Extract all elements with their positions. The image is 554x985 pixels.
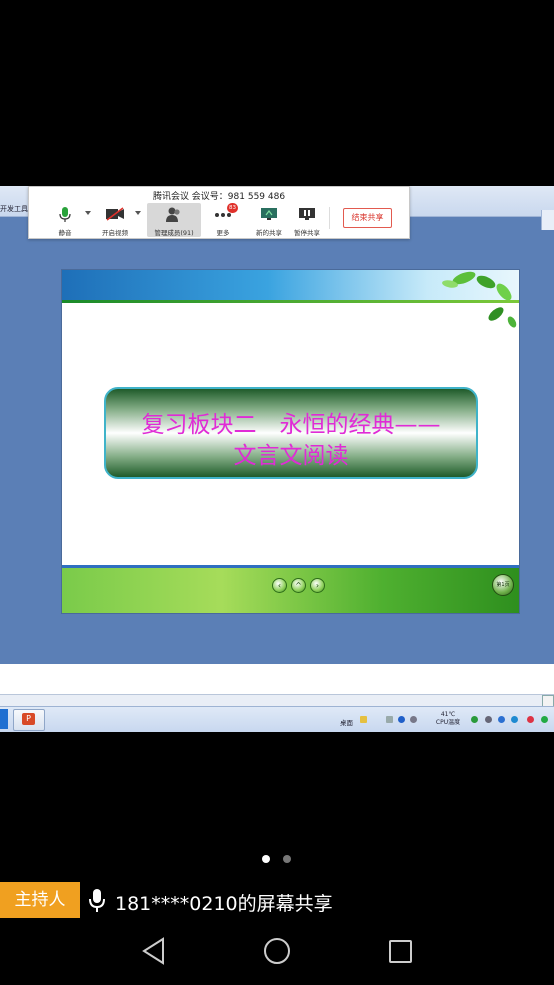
leaf-decoration (442, 271, 517, 328)
members-icon (166, 207, 180, 222)
taskbar-powerpoint[interactable]: P (13, 709, 45, 731)
slide-prev-button[interactable]: ‹ (272, 578, 287, 593)
more-label: 更多 (216, 229, 230, 237)
settings-icon[interactable] (410, 716, 417, 723)
notification-badge: 83 (227, 203, 238, 213)
ribbon-tab-developer[interactable]: 开发工具 (0, 204, 28, 214)
manage-members-button[interactable]: 管理成员(91) (147, 203, 201, 237)
video-options-caret[interactable] (135, 211, 141, 215)
more-button[interactable]: 83 更多 (201, 203, 245, 237)
slide-title-line2: 文言文阅读 (233, 443, 349, 469)
sharer-label: 181****0210的屏幕共享 (115, 893, 333, 915)
shared-screen: 开发工具 腾讯会议 会议号：981 559 486 静音 开启视频 管理成员(9… (0, 186, 554, 732)
speaker-mic-icon (89, 889, 105, 912)
meeting-toolbar: 腾讯会议 会议号：981 559 486 静音 开启视频 管理成员(91) 83… (28, 186, 410, 239)
help-icon[interactable] (398, 716, 405, 723)
mic-icon (59, 207, 71, 222)
volume-icon[interactable] (541, 716, 548, 723)
slide-footer-band (62, 568, 519, 613)
tray-app-icon-3[interactable] (527, 716, 534, 723)
slide-next-button[interactable]: › (310, 578, 325, 593)
mute-options-caret[interactable] (85, 211, 91, 215)
slide-title-line1: 复习板块二 永恒的经典—— (141, 412, 441, 438)
end-share-button[interactable]: 结束共享 (343, 208, 392, 228)
pause-share-button[interactable]: 暂停共享 (285, 203, 329, 237)
pause-icon (299, 208, 315, 220)
keyboard-icon[interactable] (386, 716, 393, 723)
video-button[interactable]: 开启视频 (93, 203, 137, 237)
slide-title-box: 复习板块二 永恒的经典—— 文言文阅读 (104, 387, 478, 479)
ppt-notes-area (0, 664, 554, 694)
slide-home-button[interactable]: ^ (291, 578, 306, 593)
mute-button[interactable]: 静音 (43, 203, 87, 237)
home-icon[interactable] (264, 938, 290, 964)
host-badge: 主持人 (0, 882, 80, 918)
toolbar-divider (329, 207, 330, 229)
cpu-temp-value: 41℃ (440, 711, 456, 718)
video-label: 开启视频 (102, 229, 128, 237)
folder-icon[interactable] (360, 716, 367, 723)
cpu-temp-widget[interactable]: 41℃ CPU温度 (431, 711, 465, 727)
cpu-temp-label: CPU温度 (435, 719, 461, 726)
share-screen-icon (261, 208, 277, 220)
back-icon[interactable] (141, 937, 167, 965)
mute-label: 静音 (58, 229, 72, 237)
page-dot-active (262, 855, 270, 863)
tray-desktop-label[interactable]: 桌面 (340, 717, 353, 727)
powerpoint-icon: P (22, 713, 35, 725)
page-dot (283, 855, 291, 863)
tray-app-icon-2[interactable] (511, 716, 518, 723)
network-icon[interactable] (485, 716, 492, 723)
camera-off-icon (106, 207, 124, 221)
start-button[interactable] (0, 709, 8, 729)
tray-app-icon[interactable] (471, 716, 478, 723)
windows-taskbar: P 桌面 41℃ CPU温度 (0, 706, 554, 732)
slide-page-indicator[interactable]: 第1页 (492, 574, 514, 596)
ppt-right-pane (541, 210, 554, 230)
pause-share-label: 暂停共享 (294, 229, 320, 237)
members-label: 管理成员(91) (154, 229, 194, 237)
shield-icon[interactable] (498, 716, 505, 723)
meeting-title: 腾讯会议 会议号：981 559 486 (152, 192, 286, 202)
recent-apps-icon[interactable] (389, 940, 412, 963)
slide: 复习板块二 永恒的经典—— 文言文阅读 ‹ ^ › 第1页 (62, 270, 519, 613)
